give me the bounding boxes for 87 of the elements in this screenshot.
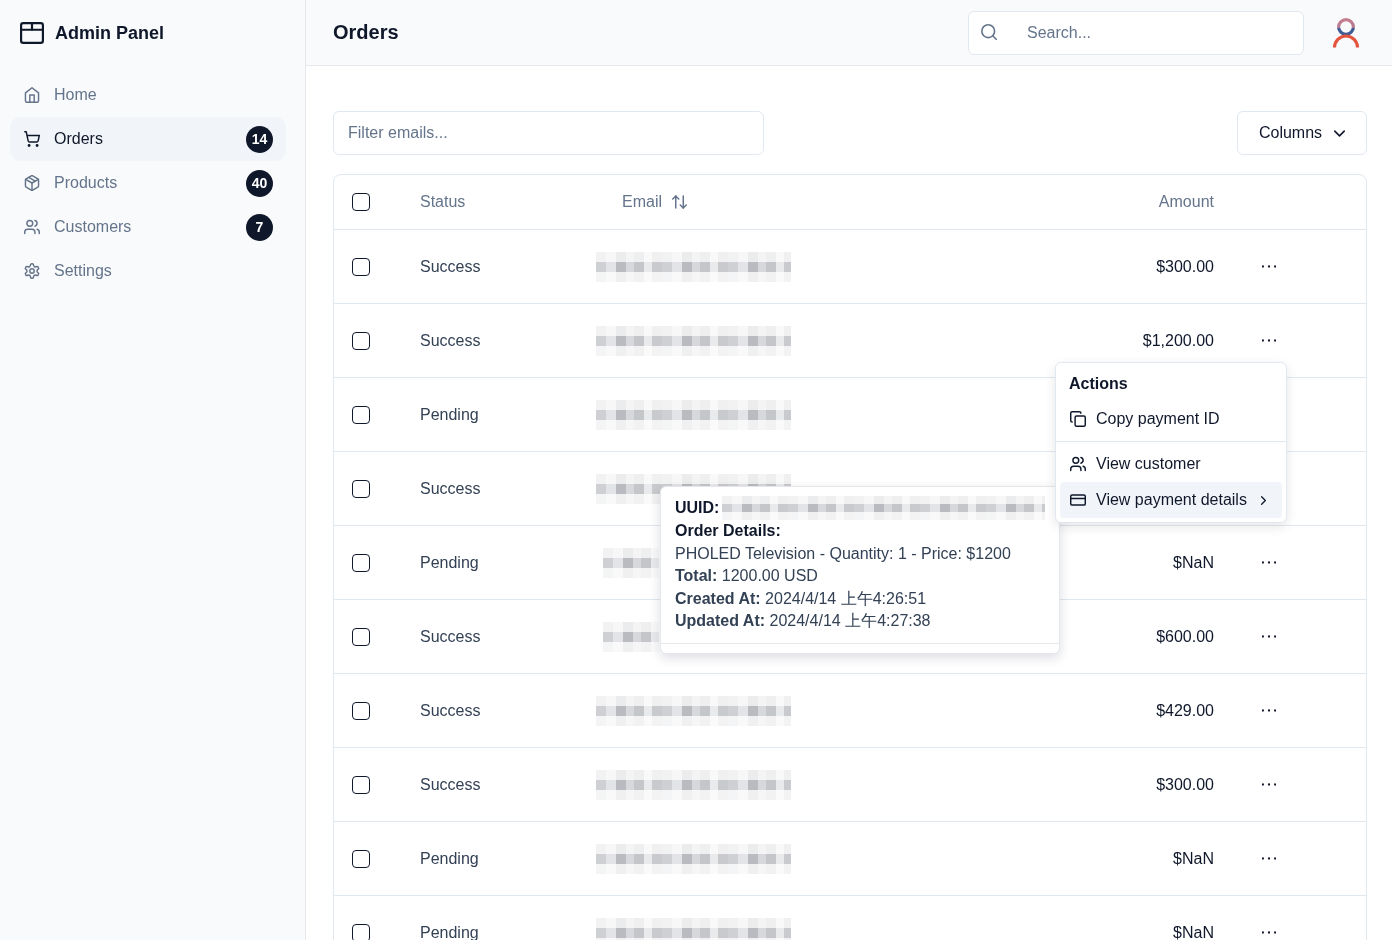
row-checkbox[interactable] — [352, 553, 370, 572]
select-all-checkbox[interactable] — [352, 193, 370, 211]
pixelated-email — [603, 621, 659, 652]
amount-cell: $300.00 — [1156, 775, 1214, 794]
sidebar-item[interactable]: Settings — [10, 249, 286, 293]
count-badge: 40 — [246, 169, 273, 197]
status-cell: Pending — [420, 553, 479, 572]
more-icon — [1262, 265, 1276, 268]
order-detail-text: Created At: 2024/4/14 上午4:26:51 — [675, 588, 928, 609]
user-avatar-icon[interactable] — [1332, 16, 1360, 49]
order-details-heading: Order Details: — [675, 521, 782, 541]
amount-cell: $600.00 — [1156, 627, 1214, 646]
menu-item[interactable]: View payment details — [1060, 482, 1282, 518]
uuid-label: UUID: — [675, 497, 720, 518]
more-icon — [1262, 709, 1276, 712]
row-checkbox[interactable] — [352, 405, 370, 424]
menu-item-label: View payment details — [1096, 491, 1247, 509]
row-checkbox[interactable] — [352, 923, 370, 940]
row-checkbox[interactable] — [352, 331, 370, 350]
filter-input[interactable]: Filter emails... — [333, 111, 764, 155]
sidebar-item[interactable]: Home — [10, 73, 286, 117]
count-badge: 7 — [246, 213, 273, 241]
menu-item[interactable]: View customer — [1060, 446, 1282, 482]
users-icon — [1070, 456, 1086, 472]
status-cell: Success — [420, 331, 481, 350]
more-icon — [1262, 635, 1276, 638]
users-icon — [24, 219, 40, 235]
sidebar-item-label: Settings — [54, 262, 112, 280]
page-title: Orders — [333, 21, 399, 44]
column-header: Amount — [1158, 193, 1214, 211]
row-checkbox[interactable] — [352, 627, 370, 646]
more-icon — [1262, 339, 1276, 342]
status-cell: Success — [420, 257, 481, 276]
sidebar-item-label: Orders — [54, 130, 103, 148]
columns-button[interactable]: Columns — [1237, 111, 1367, 155]
status-cell: Pending — [420, 923, 479, 940]
row-checkbox[interactable] — [352, 479, 370, 498]
status-cell: Success — [420, 775, 481, 794]
more-icon — [1262, 931, 1276, 934]
app-title: Admin Panel — [55, 22, 165, 44]
search-field[interactable]: Search... — [968, 10, 1304, 55]
menu-item-label: Copy payment ID — [1096, 410, 1220, 428]
box-logo-icon — [20, 22, 44, 44]
pixelated-email — [603, 547, 659, 578]
count-badge: 14 — [246, 125, 273, 153]
more-icon — [1262, 783, 1276, 786]
amount-cell: $NaN — [1173, 923, 1214, 940]
row-checkbox[interactable] — [352, 257, 370, 276]
cart-icon — [24, 131, 40, 147]
column-header: Status — [420, 193, 466, 211]
order-detail-text: Total: 1200.00 USD — [675, 566, 819, 587]
amount-cell: $1,200.00 — [1142, 331, 1214, 350]
row-checkbox[interactable] — [352, 775, 370, 794]
amount-cell: $429.00 — [1156, 701, 1214, 720]
package-icon — [24, 175, 40, 191]
sidebar-item-label: Customers — [54, 218, 132, 236]
menu-item-label: View customer — [1096, 455, 1201, 473]
more-icon — [1262, 561, 1276, 564]
status-cell: Success — [420, 627, 481, 646]
sidebar-item[interactable]: Products 40 — [10, 161, 286, 205]
row-checkbox[interactable] — [352, 701, 370, 720]
chevron-down-icon — [1334, 129, 1346, 137]
sidebar-item[interactable]: Orders 14 — [10, 117, 286, 161]
amount-cell: $NaN — [1173, 849, 1214, 868]
order-detail-text: Updated At: 2024/4/14 上午4:27:38 — [675, 611, 932, 632]
column-header-button[interactable]: Email — [606, 184, 703, 220]
home-icon — [24, 87, 40, 103]
credit-card-icon — [1070, 492, 1086, 508]
menu-item[interactable]: Copy payment ID — [1060, 401, 1282, 437]
status-cell: Success — [420, 701, 481, 720]
settings-icon — [24, 263, 40, 279]
sidebar-item[interactable]: Customers 7 — [10, 205, 286, 249]
amount-cell: $NaN — [1173, 553, 1214, 572]
sidebar-item-label: Home — [54, 86, 97, 104]
more-icon — [1262, 857, 1276, 860]
amount-cell: $300.00 — [1156, 257, 1214, 276]
order-detail-text: PHOLED Television - Quantity: 1 - Price: $1200 — [675, 543, 1012, 564]
sort-icon — [672, 195, 687, 209]
search-icon — [981, 23, 997, 40]
row-checkbox[interactable] — [352, 849, 370, 868]
status-cell: Pending — [420, 405, 479, 424]
menu-heading: Actions — [1068, 374, 1129, 394]
sidebar-item-label: Products — [54, 174, 118, 192]
status-cell: Success — [420, 479, 481, 498]
chevron-right-icon — [1260, 495, 1266, 505]
copy-icon — [1070, 411, 1086, 427]
status-cell: Pending — [420, 849, 479, 868]
